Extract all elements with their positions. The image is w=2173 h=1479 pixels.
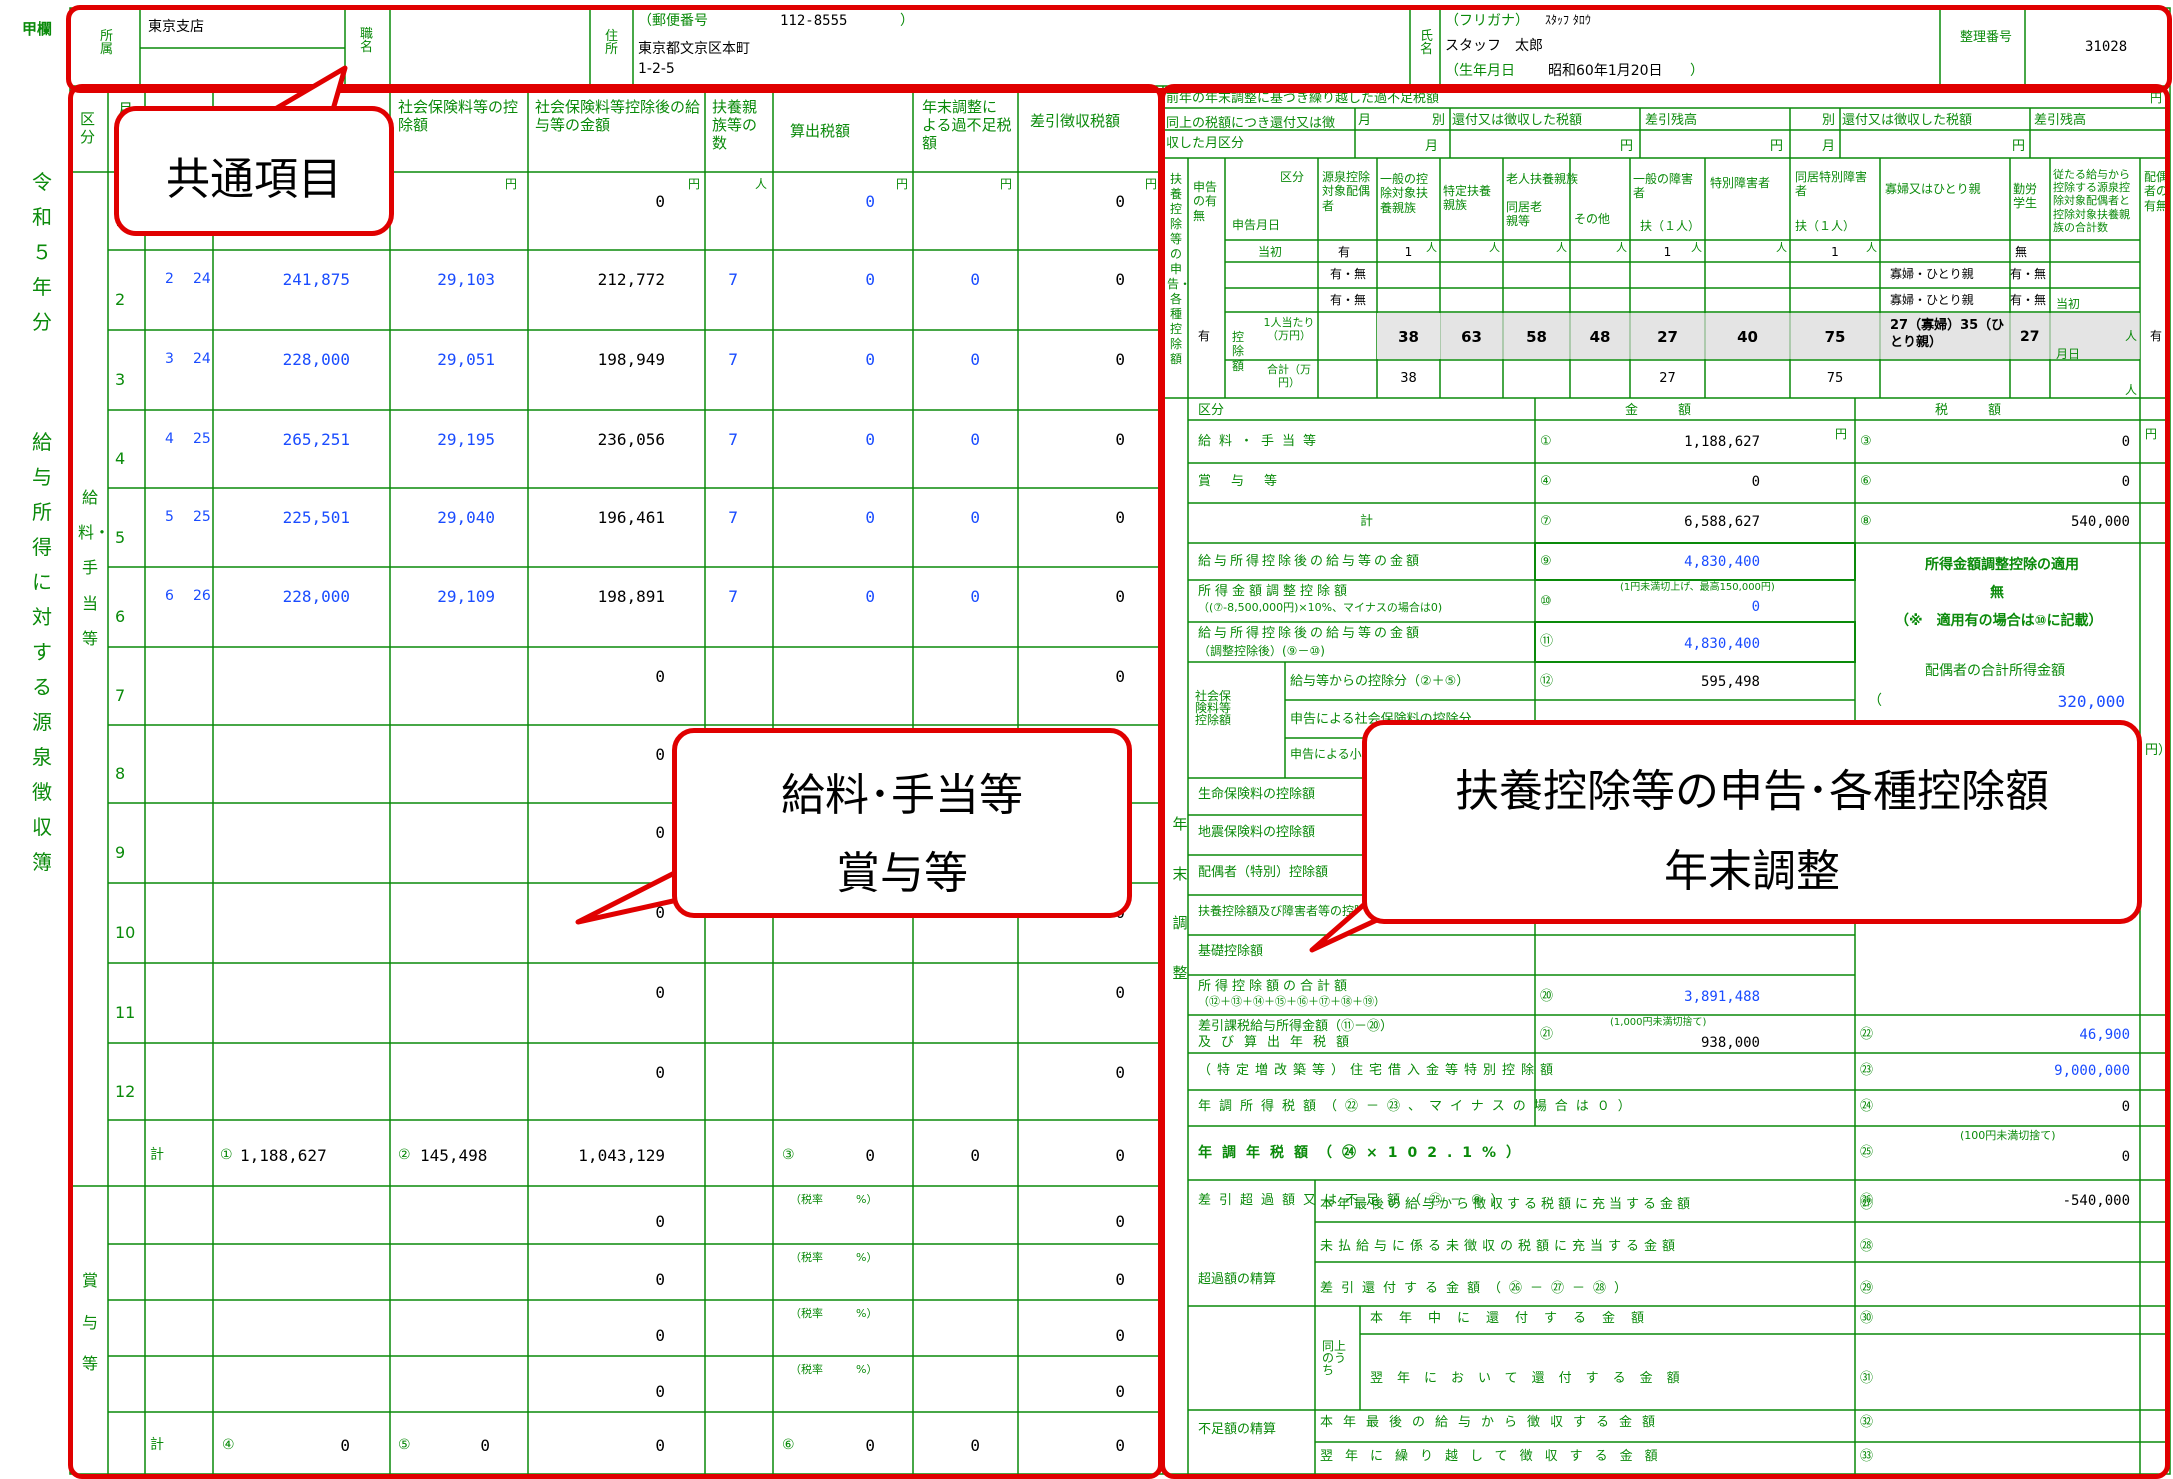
kou-ran-label: 甲欄: [22, 20, 53, 38]
callout-fuyo-line1: 扶養控除等の申告･各種控除額: [1455, 766, 2049, 817]
callout-common-text: 共通項目: [166, 154, 342, 205]
side-title-doc: 給与所得に対する源泉徴収簿: [32, 430, 52, 874]
callout-kyuyo-line1: 給料･手当等: [781, 770, 1023, 821]
common-fields-highlight: [66, 5, 2172, 93]
callout-common: 共通項目: [114, 106, 394, 236]
callout-fuyo: 扶養控除等の申告･各種控除額 年末調整: [1362, 720, 2142, 924]
callout-kyuyo: 給料･手当等 賞与等: [672, 728, 1132, 918]
side-title-year: 令和５年分: [32, 170, 52, 334]
callout-kyuyo-line2: 賞与等: [836, 848, 968, 899]
callout-fuyo-line2: 年末調整: [1664, 846, 1840, 897]
